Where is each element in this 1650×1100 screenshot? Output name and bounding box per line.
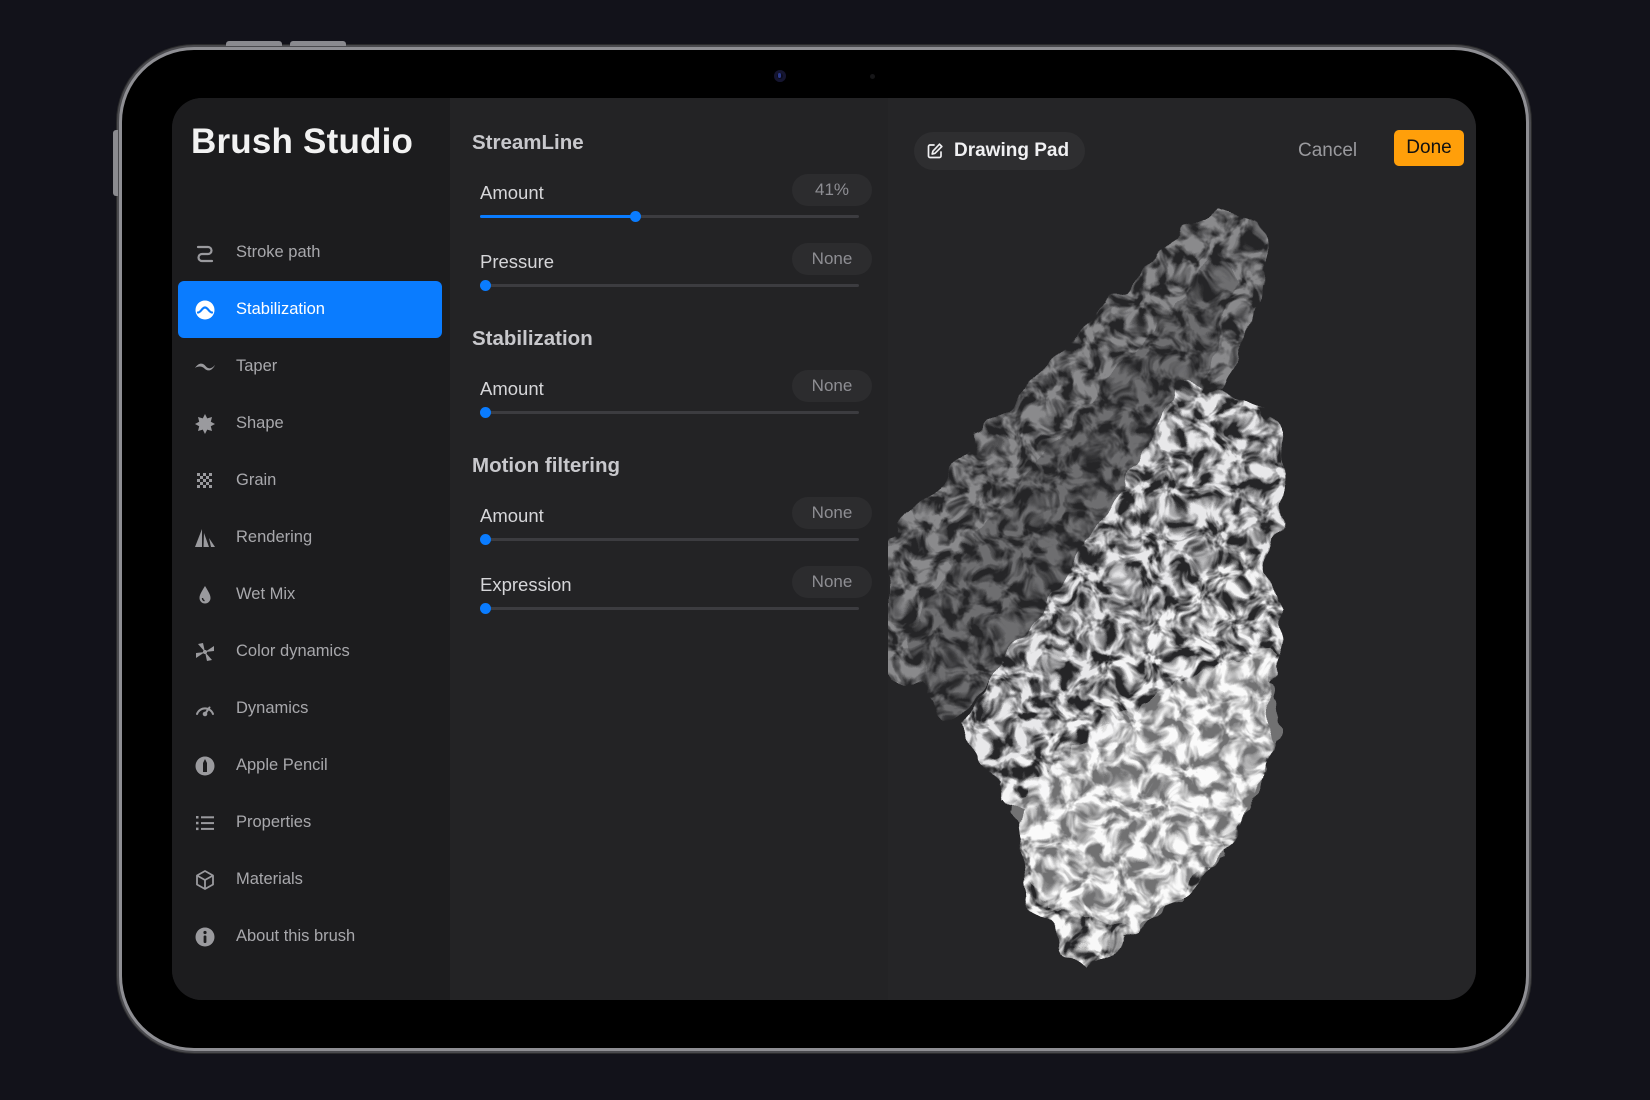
stabilization-amount-label: Amount [480, 378, 544, 399]
sidebar-item-label: Wet Mix [236, 585, 296, 603]
motion-filtering-amount-slider[interactable] [480, 534, 859, 545]
motion-filtering-expression-value[interactable]: None [792, 566, 872, 598]
sidebar-item-about-this-brush[interactable]: About this brush [178, 908, 442, 965]
shape-icon [191, 410, 219, 438]
grain-icon [191, 467, 219, 495]
ambient-sensor [870, 74, 875, 79]
settings-panel: StreamLine Amount 41% Pressure None Stab… [450, 98, 888, 1000]
sidebar-item-label: Color dynamics [236, 642, 350, 660]
slider-thumb[interactable] [480, 280, 491, 291]
motion-filtering-expression-label: Expression [480, 574, 572, 595]
sidebar-item-materials[interactable]: Materials [178, 851, 442, 908]
streamline-amount-slider[interactable] [480, 211, 859, 222]
cancel-button[interactable]: Cancel [1298, 134, 1357, 168]
streamline-section-title: StreamLine [472, 131, 584, 154]
stabilization-section-title: Stabilization [472, 327, 593, 350]
motion-filtering-amount-value[interactable]: None [792, 497, 872, 529]
slider-thumb[interactable] [480, 603, 491, 614]
taper-icon [191, 353, 219, 381]
drawing-pad[interactable]: Drawing Pad Cancel Done [888, 98, 1476, 1000]
color-dynamics-icon [191, 638, 219, 666]
apple-pencil-icon [191, 752, 219, 780]
sidebar-item-rendering[interactable]: Rendering [178, 509, 442, 566]
slider-thumb[interactable] [630, 211, 642, 222]
sidebar-item-dynamics[interactable]: Dynamics [178, 680, 442, 737]
sidebar-item-properties[interactable]: Properties [178, 794, 442, 851]
done-button[interactable]: Done [1394, 130, 1464, 166]
stabilization-amount-value[interactable]: None [792, 370, 872, 402]
materials-icon [191, 866, 219, 894]
sidebar: Brush Studio Stroke path Stabilization T… [172, 98, 450, 1000]
streamline-pressure-slider[interactable] [480, 280, 859, 291]
streamline-pressure-label: Pressure [480, 251, 555, 272]
motion-filtering-section-title: Motion filtering [472, 454, 621, 477]
brush-studio-screen: Brush Studio Stroke path Stabilization T… [172, 98, 1476, 1000]
sidebar-item-label: Dynamics [236, 699, 309, 717]
motion-filtering-amount-label: Amount [480, 505, 544, 526]
volume-down-button [290, 41, 346, 46]
sidebar-item-label: Shape [236, 414, 284, 432]
stroke-path-icon [191, 239, 219, 267]
sidebar-item-apple-pencil[interactable]: Apple Pencil [178, 737, 442, 794]
brush-stroke-preview [888, 208, 1286, 968]
volume-up-button [226, 41, 282, 46]
sidebar-item-label: Properties [236, 813, 312, 831]
sidebar-item-label: Apple Pencil [236, 756, 328, 774]
edit-icon [927, 143, 943, 159]
sidebar-item-label: Taper [236, 357, 278, 375]
properties-icon [191, 809, 219, 837]
sidebar-item-label: Rendering [236, 528, 313, 546]
streamline-pressure-value[interactable]: None [792, 243, 872, 275]
slider-thumb[interactable] [480, 407, 491, 418]
sidebar-item-stroke-path[interactable]: Stroke path [178, 224, 442, 281]
drawing-pad-title: Drawing Pad [954, 140, 1070, 161]
sidebar-item-label: About this brush [236, 927, 356, 945]
info-icon [191, 923, 219, 951]
sidebar-item-shape[interactable]: Shape [178, 395, 442, 452]
sidebar-item-stabilization[interactable]: Stabilization [178, 281, 442, 338]
streamline-amount-value[interactable]: 41% [792, 174, 872, 206]
page-title: Brush Studio [191, 122, 414, 161]
side-button [113, 130, 118, 196]
streamline-amount-label: Amount [480, 182, 544, 203]
sidebar-item-label: Stabilization [236, 300, 325, 318]
ipad-device: Brush Studio Stroke path Stabilization T… [113, 41, 1526, 1048]
sidebar-item-wet-mix[interactable]: Wet Mix [178, 566, 442, 623]
slider-thumb[interactable] [480, 534, 491, 545]
sidebar-nav: Stroke path Stabilization Taper Shape Gr… [178, 224, 442, 965]
sidebar-item-label: Stroke path [236, 243, 321, 261]
slider-fill [480, 215, 636, 218]
front-camera [774, 70, 786, 82]
drawing-pad-button[interactable]: Drawing Pad [914, 132, 1086, 170]
wet-mix-icon [191, 581, 219, 609]
sidebar-item-taper[interactable]: Taper [178, 338, 442, 395]
sidebar-item-grain[interactable]: Grain [178, 452, 442, 509]
sidebar-item-color-dynamics[interactable]: Color dynamics [178, 623, 442, 680]
dynamics-icon [191, 695, 219, 723]
stabilization-amount-slider[interactable] [480, 407, 859, 418]
sidebar-item-label: Materials [236, 870, 303, 888]
rendering-icon [191, 524, 219, 552]
stabilization-icon [191, 296, 219, 324]
sidebar-item-label: Grain [236, 471, 277, 489]
motion-filtering-expression-slider[interactable] [480, 603, 859, 614]
